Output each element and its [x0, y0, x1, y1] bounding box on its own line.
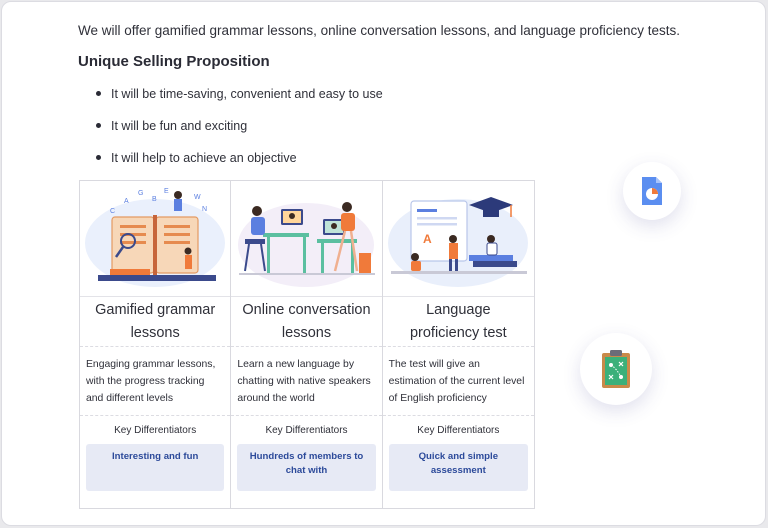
key-differentiator-value: Hundreds of members to chat with: [237, 444, 376, 491]
offerings-table: A G B W N C E Gamified grammar lessons E…: [79, 180, 535, 509]
graduation-test-icon: A: [387, 197, 528, 287]
offering-column-grammar: A G B W N C E Gamified grammar lessons E…: [80, 181, 232, 508]
key-differentiator-value: Interesting and fun: [86, 444, 225, 491]
floating-letter: B: [152, 196, 157, 203]
usp-heading: Unique Selling Proposition: [78, 53, 270, 70]
grammar-illustration: A G B W N C E: [80, 181, 231, 297]
conversation-illustration: [231, 181, 382, 297]
bullet-item: It will be time-saving, convenient and e…: [96, 86, 383, 118]
key-differentiator-value: Quick and simple assessment: [388, 444, 528, 491]
column-title: Language proficiency test: [382, 297, 534, 347]
floating-letter: A: [124, 198, 129, 205]
bullet-item: It will be fun and exciting: [96, 118, 383, 150]
test-illustration: A: [382, 181, 534, 297]
column-description: Engaging grammar lessons, with the progr…: [80, 347, 231, 416]
column-title: Online conversation lessons: [231, 297, 382, 347]
offering-column-conversation: Online conversation lessons Learn a new …: [231, 181, 383, 508]
bullet-item: It will help to achieve an objective: [96, 150, 383, 182]
offering-column-test: A Language proficiency test The test wil…: [382, 181, 534, 508]
slide-page: We will offer gamified grammar lessons, …: [1, 1, 766, 526]
floating-letter: C: [110, 208, 115, 215]
usp-bullet-list: It will be time-saving, convenient and e…: [96, 86, 383, 182]
video-chat-icon: [238, 202, 376, 287]
floating-letter: W: [194, 194, 201, 201]
column-description: Learn a new language by chatting with na…: [231, 347, 382, 416]
key-differentiators-label: Key Differentiators: [114, 425, 197, 436]
document-pie-chart-icon: [623, 162, 681, 220]
floating-letter: N: [202, 206, 207, 213]
grade-letter: A: [423, 232, 432, 246]
clipboard-strategy-icon: [580, 333, 652, 405]
intro-text: We will offer gamified grammar lessons, …: [78, 23, 681, 38]
column-description: The test will give an estimation of the …: [382, 347, 534, 416]
key-differentiators-label: Key Differentiators: [265, 425, 348, 436]
floating-letter: E: [164, 188, 169, 195]
grammar-book-icon: A G B W N C E: [85, 188, 225, 287]
key-differentiators-label: Key Differentiators: [417, 425, 500, 436]
column-title: Gamified grammar lessons: [80, 297, 231, 347]
floating-letter: G: [138, 190, 143, 197]
